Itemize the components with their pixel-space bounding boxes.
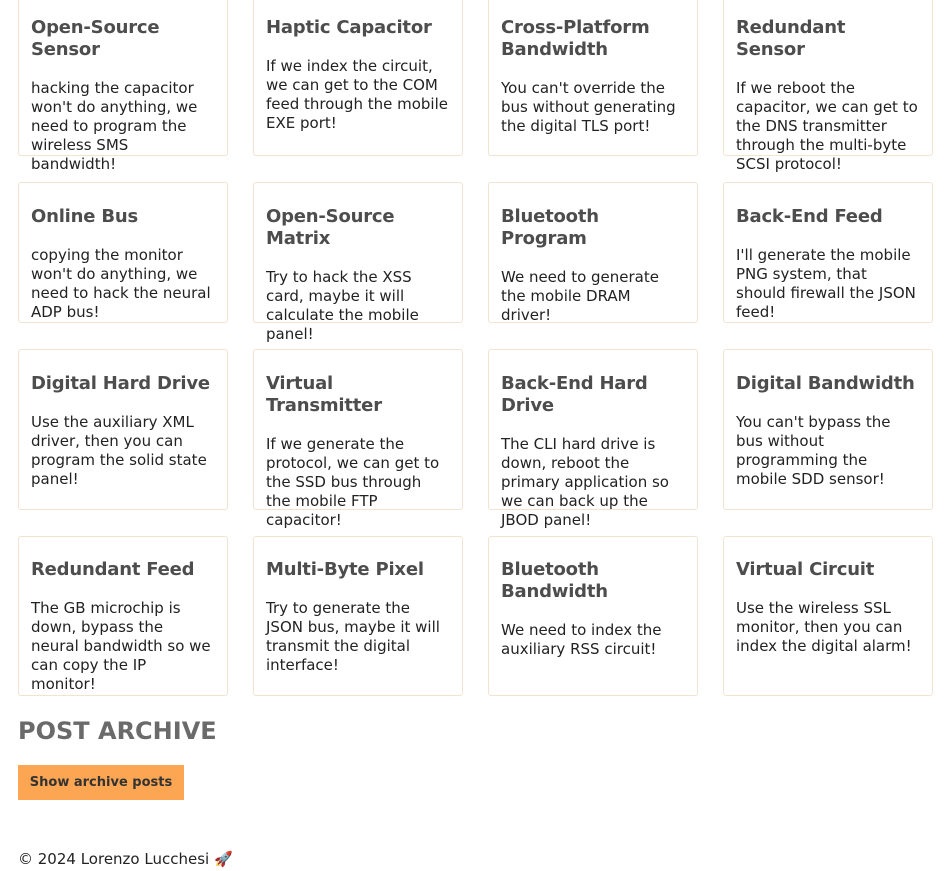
post-title[interactable]: Digital Bandwidth — [736, 373, 920, 395]
post-card[interactable]: Back-End Feed I'll generate the mobile P… — [723, 182, 933, 323]
post-excerpt: hacking the capacitor won't do anything,… — [31, 79, 198, 173]
post-excerpt: copying the monitor won't do anything, w… — [31, 246, 211, 321]
post-title[interactable]: Digital Hard Drive — [31, 373, 215, 395]
post-title[interactable]: Haptic Capacitor — [266, 17, 450, 39]
post-excerpt: The GB microchip is down, bypass the neu… — [31, 599, 211, 693]
post-card[interactable]: Virtual Circuit Use the wireless SSL mon… — [723, 536, 933, 696]
post-card[interactable]: Haptic Capacitor If we index the circuit… — [253, 0, 463, 156]
post-title[interactable]: Virtual Circuit — [736, 559, 920, 581]
post-card[interactable]: Cross-Platform Bandwidth You can't overr… — [488, 0, 698, 156]
post-excerpt: Try to hack the XSS card, maybe it will … — [266, 268, 419, 343]
post-title[interactable]: Online Bus — [31, 206, 215, 228]
post-excerpt: If we reboot the capacitor, we can get t… — [736, 79, 918, 173]
post-title[interactable]: Virtual Transmitter — [266, 373, 450, 417]
post-card[interactable]: Redundant Sensor If we reboot the capaci… — [723, 0, 933, 173]
post-title[interactable]: Bluetooth Bandwidth — [501, 559, 685, 603]
post-title[interactable]: Open-Source Matrix — [266, 206, 450, 250]
post-title[interactable]: Cross-Platform Bandwidth — [501, 17, 685, 61]
post-excerpt: I'll generate the mobile PNG system, tha… — [736, 246, 916, 321]
post-card[interactable]: Online Bus copying the monitor won't do … — [18, 182, 228, 323]
post-excerpt: You can't override the bus without gener… — [501, 79, 676, 135]
post-card[interactable]: Digital Bandwidth You can't bypass the b… — [723, 349, 933, 510]
post-excerpt: You can't bypass the bus without program… — [736, 413, 891, 488]
footer-copyright: © 2024 Lorenzo Lucchesi 🚀 — [18, 850, 233, 868]
post-card[interactable]: Open-Source Matrix Try to hack the XSS c… — [253, 182, 463, 343]
post-excerpt: Try to generate the JSON bus, maybe it w… — [266, 599, 440, 674]
post-title[interactable]: Open-Source Sensor — [31, 17, 215, 61]
post-card[interactable]: Back-End Hard Drive The CLI hard drive i… — [488, 349, 698, 529]
post-card[interactable]: Open-Source Sensor hacking the capacitor… — [18, 0, 228, 173]
post-excerpt: We need to generate the mobile DRAM driv… — [501, 268, 659, 324]
post-card[interactable]: Multi-Byte Pixel Try to generate the JSO… — [253, 536, 463, 696]
post-title[interactable]: Redundant Sensor — [736, 17, 920, 61]
post-title[interactable]: Bluetooth Program — [501, 206, 685, 250]
post-card[interactable]: Bluetooth Program We need to generate th… — [488, 182, 698, 324]
post-card[interactable]: Virtual Transmitter If we generate the p… — [253, 349, 463, 529]
post-excerpt: Use the wireless SSL monitor, then you c… — [736, 599, 912, 655]
show-archive-posts-button[interactable]: Show archive posts — [18, 765, 184, 800]
page: Open-Source Sensor hacking the capacitor… — [0, 0, 951, 871]
post-card[interactable]: Bluetooth Bandwidth We need to index the… — [488, 536, 698, 696]
post-excerpt: If we index the circuit, we can get to t… — [266, 57, 448, 132]
post-archive-heading: POST ARCHIVE — [18, 717, 217, 745]
post-excerpt: Use the auxiliary XML driver, then you c… — [31, 413, 207, 488]
post-card[interactable]: Redundant Feed The GB microchip is down,… — [18, 536, 228, 696]
post-title[interactable]: Back-End Feed — [736, 206, 920, 228]
post-excerpt: The CLI hard drive is down, reboot the p… — [501, 435, 669, 529]
post-excerpt: If we generate the protocol, we can get … — [266, 435, 440, 529]
post-card[interactable]: Digital Hard Drive Use the auxiliary XML… — [18, 349, 228, 510]
post-title[interactable]: Multi-Byte Pixel — [266, 559, 450, 581]
post-excerpt: We need to index the auxiliary RSS circu… — [501, 621, 662, 658]
post-title[interactable]: Redundant Feed — [31, 559, 215, 581]
post-title[interactable]: Back-End Hard Drive — [501, 373, 685, 417]
